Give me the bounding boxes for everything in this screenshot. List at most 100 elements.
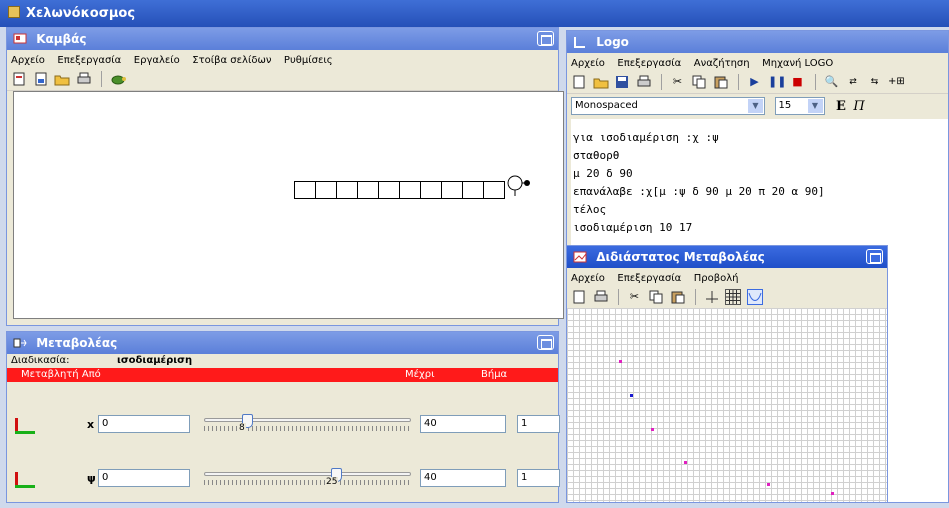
- grid-icon[interactable]: [725, 289, 741, 305]
- find-replace-icon[interactable]: ⇄: [845, 74, 861, 90]
- canvas-title: Καμβάς: [36, 32, 87, 46]
- variable-slider[interactable]: 8: [204, 414, 411, 436]
- plot-menu-view[interactable]: Προβολή: [694, 273, 739, 284]
- cut-icon[interactable]: ✂: [627, 289, 643, 305]
- pause-icon[interactable]: ❚❚: [768, 74, 786, 90]
- print-icon[interactable]: [593, 289, 609, 305]
- plot-maximize-button[interactable]: [866, 249, 883, 264]
- variables-title-bar[interactable]: Μεταβολέας: [7, 332, 558, 354]
- variable-step-input[interactable]: 1: [517, 469, 560, 487]
- slider-ticks: [204, 480, 411, 485]
- copy-icon[interactable]: [691, 74, 707, 90]
- drawn-square: [441, 181, 463, 199]
- axis-variable-icon: [15, 472, 35, 488]
- variable-row-psi: ψ 0 25 40 1: [7, 468, 560, 508]
- plot-menu-edit[interactable]: Επεξεργασία: [617, 273, 681, 284]
- save-icon[interactable]: [614, 74, 630, 90]
- variables-maximize-button[interactable]: [537, 335, 554, 350]
- drawn-square: [399, 181, 421, 199]
- logo-menubar: Αρχείο Επεξεργασία Αναζήτηση Μηχανή LOGO: [567, 53, 948, 72]
- canvas-maximize-button[interactable]: [537, 31, 554, 46]
- code-line: μ 20 δ 90: [573, 167, 633, 180]
- header-to: Μέχρι: [405, 369, 435, 380]
- logo-toolbar: ✂ ▶ ❚❚ ■ 🔍 ⇄ ⇆ +⊞: [567, 72, 948, 94]
- variable-from-input[interactable]: 0: [98, 415, 190, 433]
- print-icon[interactable]: [636, 74, 652, 90]
- variable-to-input[interactable]: 40: [420, 415, 506, 433]
- find-icon[interactable]: 🔍: [824, 74, 840, 90]
- canvas-menu-settings[interactable]: Ρυθμίσεις: [284, 55, 333, 66]
- font-family-select[interactable]: Monospaced ▼: [571, 97, 765, 115]
- axes-icon[interactable]: [704, 289, 720, 305]
- plot-point: [831, 492, 834, 495]
- toolbar-separator: [695, 289, 696, 305]
- replace-icon[interactable]: ⇆: [867, 74, 883, 90]
- paste-icon[interactable]: [713, 74, 729, 90]
- italic-button[interactable]: Π: [853, 99, 864, 114]
- canvas-toolbar: [7, 69, 558, 91]
- toolbar-separator: [618, 289, 619, 305]
- toolbar-separator: [101, 71, 102, 87]
- logo-menu-search[interactable]: Αναζήτηση: [694, 58, 750, 69]
- insert-icon[interactable]: +⊞: [888, 74, 905, 90]
- plot-point: [630, 394, 633, 397]
- variables-window: Μεταβολέας Διαδικασία: ισοδιαμέριση Μετα…: [6, 331, 560, 503]
- canvas-window-icon: [13, 33, 27, 44]
- logo-menu-edit[interactable]: Επεξεργασία: [617, 58, 681, 69]
- canvas-menu-edit[interactable]: Επεξεργασία: [57, 55, 121, 66]
- plot-menubar: Αρχείο Επεξεργασία Προβολή: [567, 268, 887, 287]
- procedure-name: ισοδιαμέριση: [117, 355, 193, 366]
- page-icon[interactable]: [33, 71, 49, 87]
- font-size-select[interactable]: 15 ▼: [774, 97, 825, 115]
- run-icon[interactable]: ▶: [747, 74, 763, 90]
- variable-step-input[interactable]: 1: [517, 415, 560, 433]
- chevron-down-icon: ▼: [748, 99, 763, 113]
- new-file-icon[interactable]: [571, 74, 587, 90]
- slider-ticks: [204, 426, 411, 431]
- toolbar-separator: [815, 74, 816, 90]
- variable-to-input[interactable]: 40: [420, 469, 506, 487]
- chevron-down-icon: ▼: [807, 99, 823, 113]
- drawn-square: [483, 181, 505, 199]
- paste-icon[interactable]: [670, 289, 686, 305]
- drawn-square: [378, 181, 400, 199]
- new-file-icon[interactable]: [571, 289, 587, 305]
- logo-title-bar[interactable]: Logo: [567, 31, 948, 53]
- turtle-icon[interactable]: [110, 71, 126, 87]
- drawing-canvas[interactable]: [13, 91, 564, 319]
- plot-grid[interactable]: [567, 308, 887, 502]
- app-title-bar: Χελωνόκοσμος: [0, 0, 949, 27]
- canvas-title-bar[interactable]: Καμβάς: [7, 28, 558, 50]
- plot-menu-file[interactable]: Αρχείο: [571, 273, 605, 284]
- canvas-menu-tool[interactable]: Εργαλείο: [134, 55, 180, 66]
- procedure-label: Διαδικασία:: [11, 355, 70, 366]
- copy-icon[interactable]: [648, 289, 664, 305]
- turtle-cursor-icon: [507, 175, 530, 196]
- font-size-value: 15: [778, 100, 792, 111]
- open-folder-icon[interactable]: [54, 71, 70, 87]
- cut-icon[interactable]: ✂: [670, 74, 686, 90]
- plot-point: [684, 461, 687, 464]
- print-icon[interactable]: [76, 71, 92, 87]
- variable-name: ψ: [87, 472, 96, 485]
- canvas-menubar: Αρχείο Επεξεργασία Εργαλείο Στοίβα σελίδ…: [7, 50, 558, 69]
- app-icon: [8, 6, 20, 18]
- code-line: ισοδιαμέριση 10 17: [573, 221, 693, 234]
- new-page-icon[interactable]: [11, 71, 27, 87]
- open-folder-icon[interactable]: [593, 74, 609, 90]
- logo-menu-file[interactable]: Αρχείο: [571, 58, 605, 69]
- bold-button[interactable]: E: [836, 99, 846, 114]
- stop-icon[interactable]: ■: [790, 74, 806, 90]
- variable-from-input[interactable]: 0: [98, 469, 190, 487]
- drawn-square: [294, 181, 316, 199]
- slider-value: 8: [238, 423, 246, 433]
- logo-menu-engine[interactable]: Μηχανή LOGO: [762, 58, 833, 69]
- variable-slider[interactable]: 25: [204, 468, 411, 490]
- drawn-square: [336, 181, 358, 199]
- canvas-menu-file[interactable]: Αρχείο: [11, 55, 45, 66]
- curve-icon[interactable]: [746, 289, 763, 305]
- plot-title: Διδιάστατος Μεταβολέας: [596, 250, 765, 264]
- variables-header: Μεταβλητή Από Μέχρι Βήμα: [7, 368, 558, 382]
- canvas-menu-pages[interactable]: Στοίβα σελίδων: [192, 55, 271, 66]
- plot-title-bar[interactable]: Διδιάστατος Μεταβολέας: [567, 246, 887, 268]
